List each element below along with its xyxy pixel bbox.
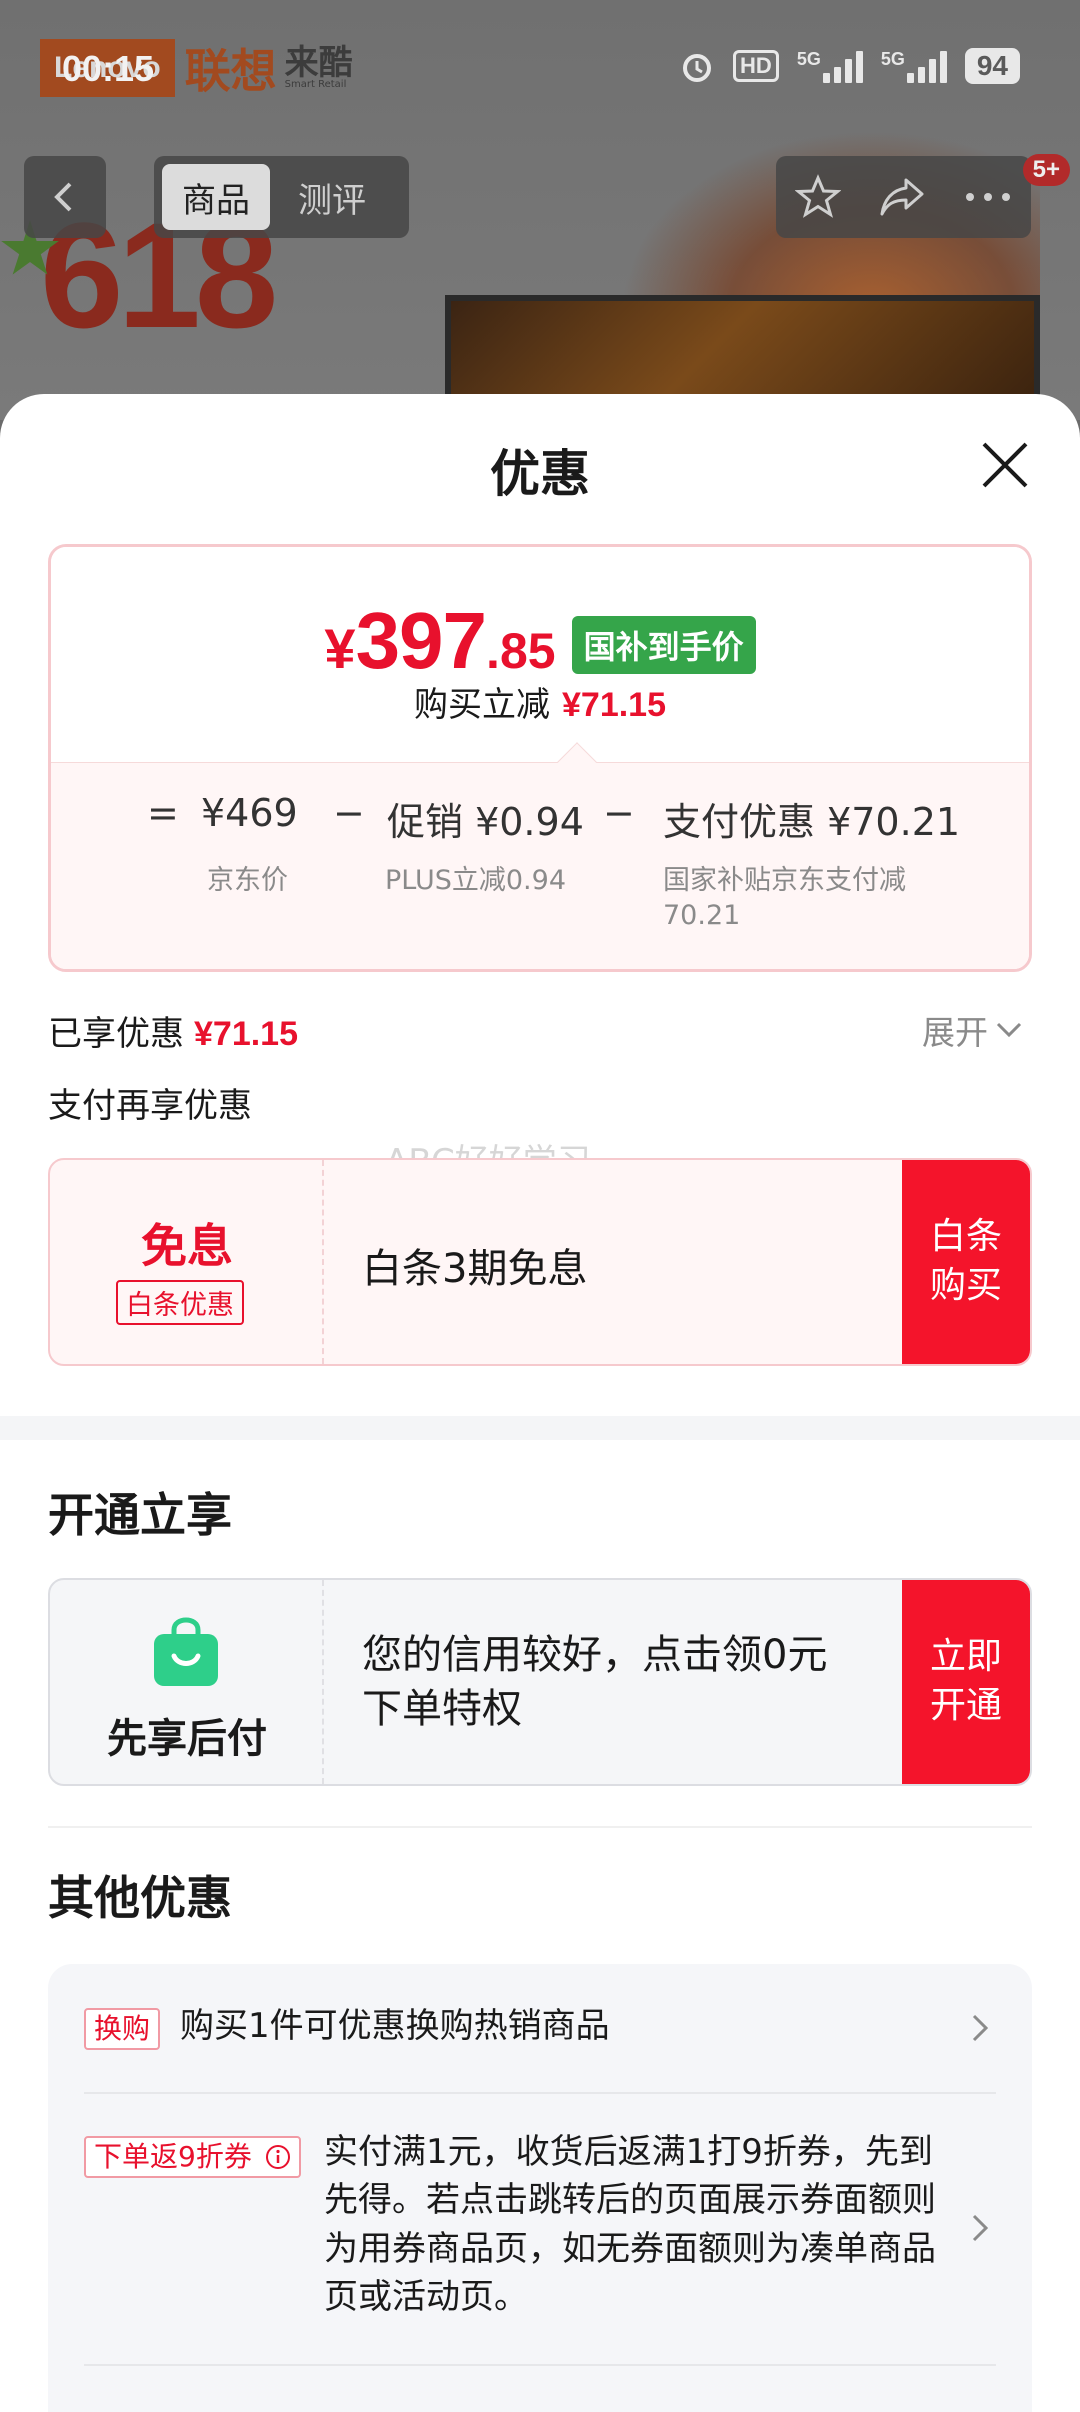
star-icon[interactable] (794, 174, 841, 220)
price-breakdown: = ¥469 − 促销 ¥0.94 − 支付优惠 ¥70.21 京东价 PLUS… (51, 762, 1029, 969)
tab-review[interactable]: 测评 (278, 164, 386, 230)
subsidy-price-tag: 国补到手价 (571, 616, 756, 674)
baitiao-tag: 白条优惠 (116, 1280, 244, 1325)
battery-indicator: 94 (964, 48, 1020, 84)
payment-discount: 支付优惠 ¥70.21 (663, 800, 961, 844)
tab-product[interactable]: 商品 (162, 164, 270, 230)
activate-button[interactable]: 立即开通 (902, 1580, 1030, 1784)
sheet-title: 优惠 (490, 445, 590, 503)
final-price: ¥ 397 .85 国补到手价 (51, 595, 1029, 687)
list-item[interactable]: 换购 购买1件可优惠换购热销商品 (84, 1964, 996, 2092)
baitiao-card[interactable]: 免息 白条优惠 白条3期免息 白条购买 (48, 1158, 1032, 1366)
jd-price: ¥469 (201, 791, 298, 835)
chevron-down-icon (996, 1022, 1022, 1038)
instant-reduction: 购买立减 ¥71.15 (414, 685, 666, 725)
message-badge: 5+ (1022, 154, 1070, 186)
pay-more-heading: 支付再享优惠 (48, 1086, 252, 1126)
pay-later-text: 您的信用较好，点击领0元下单特权 (362, 1632, 828, 1732)
info-icon[interactable] (265, 2144, 291, 2170)
price-card: ¥ 397 .85 国补到手价 购买立减 ¥71.15 = ¥469 − 促销 ¥… (48, 544, 1032, 972)
pay-later-name: 先享后付 (107, 1716, 267, 1762)
exchange-tag: 换购 (84, 2008, 161, 2050)
back-button[interactable] (24, 156, 106, 238)
expand-toggle[interactable]: 展开 (922, 1006, 1022, 1054)
shopping-bag-icon (154, 1617, 218, 1686)
chevron-right-icon (972, 2214, 988, 2242)
close-button[interactable] (974, 434, 1036, 496)
payment-label: 国家补贴京东支付减70.21 (663, 865, 906, 932)
baitiao-buy-button[interactable]: 白条购买 (902, 1160, 1030, 1364)
signal-icon: 5G (797, 49, 863, 83)
status-time: 00:15 (62, 48, 155, 89)
back-arrow-icon (54, 182, 72, 212)
list-item[interactable]: 下单返9折券 实付满1元，收货后返满1打9折券，先到先得。若点击跳转后的页面展示… (84, 2094, 996, 2364)
close-icon (982, 442, 1028, 488)
open-section-title: 开通立享 (48, 1488, 232, 1542)
chevron-right-icon (972, 2014, 988, 2042)
share-icon[interactable] (878, 174, 926, 220)
top-tabs: 商品 测评 (154, 156, 409, 238)
jd-price-label: 京东价 (207, 865, 288, 896)
enjoyed-discount: 已享优惠 ¥71.15 (48, 1014, 298, 1054)
coupon-return-tag: 下单返9折券 (84, 2136, 301, 2178)
promo-label: PLUS立减0.94 (385, 865, 566, 896)
baitiao-offer-text: 白条3期免息 (362, 1246, 588, 1292)
promo-discount: 促销 ¥0.94 (387, 800, 584, 844)
discount-sheet: 优惠 ¥ 397 .85 国补到手价 购买立减 ¥71.15 = ¥469 − 促… (0, 394, 1080, 2412)
other-offers-list: 换购 购买1件可优惠换购热销商品 下单返9折券 实付满1元，收货后返满1打9折券… (48, 1964, 1032, 2412)
signal-icon-2: 5G (881, 49, 947, 83)
interest-free-label: 免息 (141, 1219, 233, 1273)
top-actions (776, 156, 1031, 238)
hd-indicator: HD (733, 50, 779, 82)
other-section-title: 其他优惠 (48, 1871, 232, 1925)
alarm-icon (683, 54, 712, 82)
pay-later-card[interactable]: 先享后付 您的信用较好，点击领0元下单特权 立即开通 (48, 1578, 1032, 1786)
more-icon[interactable] (964, 191, 1012, 203)
status-icons: HD 5G 5G 94 (679, 48, 1020, 84)
